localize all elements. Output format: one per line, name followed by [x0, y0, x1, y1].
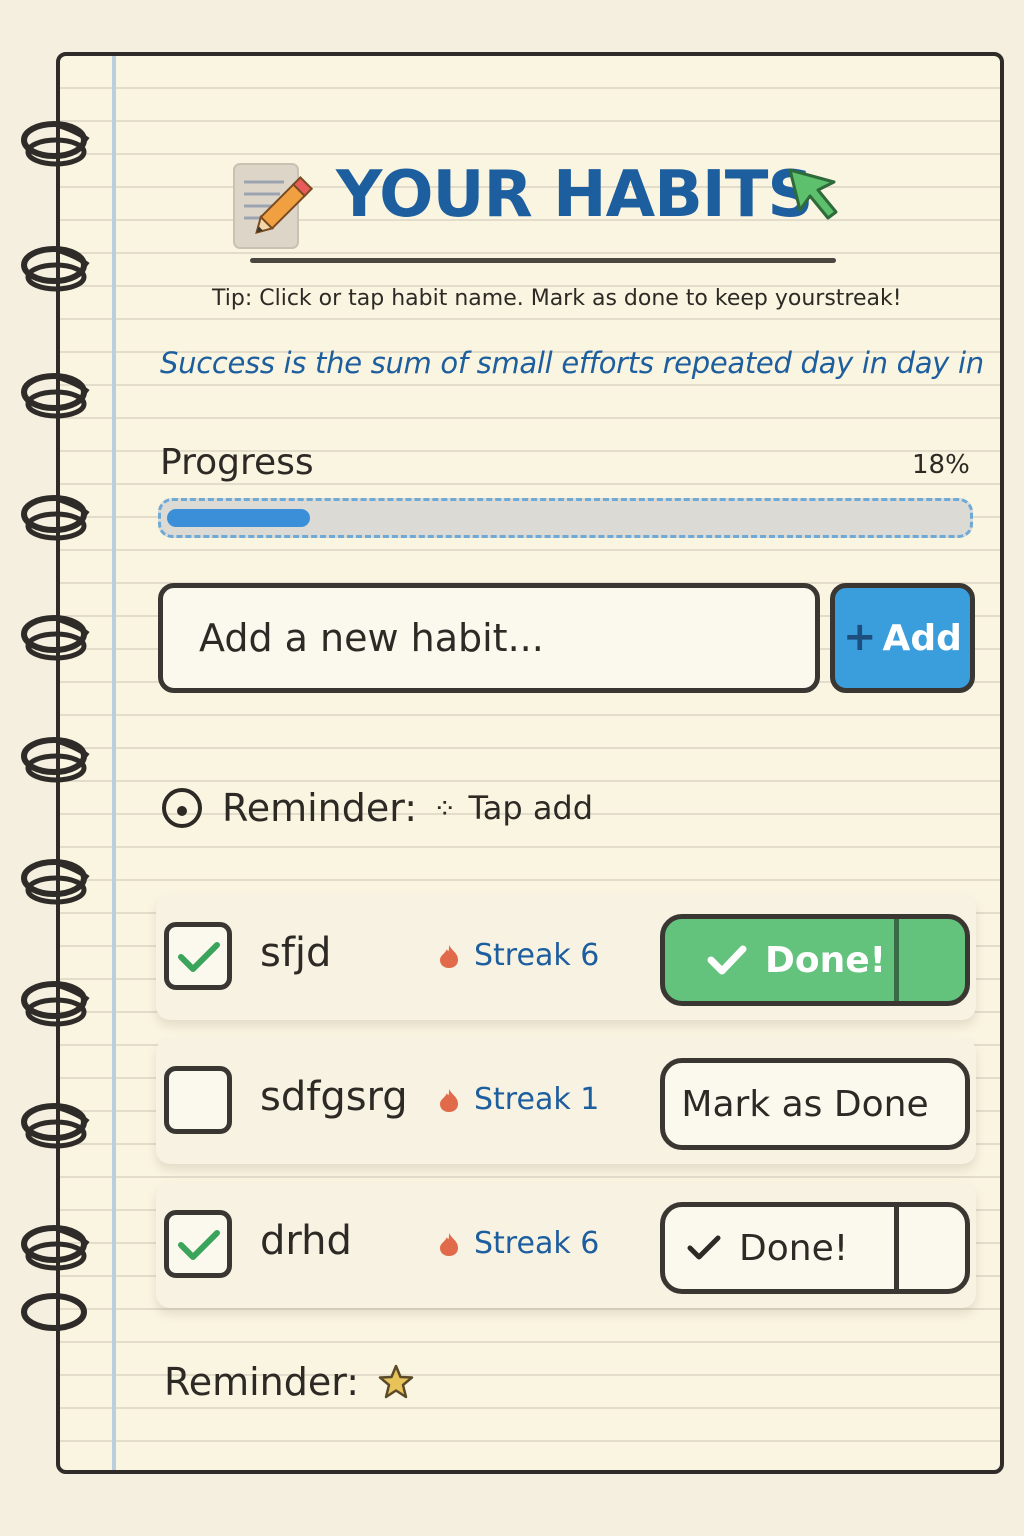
binding-ring: [21, 121, 90, 167]
progress-bar-fill: [167, 509, 310, 527]
checkmark-icon: [178, 942, 220, 972]
checkmark-icon: [687, 1235, 721, 1260]
done-button[interactable]: Done!: [660, 1202, 970, 1294]
habit-name[interactable]: sfjd: [260, 930, 331, 976]
binding-ring: [21, 615, 90, 661]
header: YOUR HABITS: [232, 158, 852, 260]
notepad-pencil-icon: [233, 163, 314, 249]
margin-line: [112, 56, 116, 1470]
fire-icon: [440, 1232, 458, 1256]
habit-checkbox[interactable]: [164, 1066, 232, 1134]
binding-ring: [21, 1103, 90, 1149]
done-button-label: Done!: [765, 939, 887, 981]
fire-icon: [440, 1088, 458, 1112]
habit-row: sdfgsrg Streak 1 Mark as Done: [156, 1038, 976, 1164]
star-icon: [378, 1364, 414, 1399]
binding-ring: [21, 1293, 87, 1331]
reminder-value: Tap add: [468, 789, 594, 827]
done-button-label: Done!: [739, 1227, 849, 1269]
habit-row: drhd Streak 6 Done!: [156, 1182, 976, 1308]
motivational-quote: Success is the sum of small efforts repe…: [160, 346, 984, 380]
habit-row: sfjd Streak 6 Done!: [156, 894, 976, 1020]
reminder-bottom: Reminder:: [164, 1360, 415, 1404]
page-title: YOUR HABITS: [336, 158, 813, 232]
streak-text: Streak 6: [474, 938, 600, 973]
streak-text: Streak 1: [474, 1082, 600, 1117]
progress-label: Progress: [160, 442, 314, 483]
plus-icon: +: [843, 614, 877, 660]
mark-as-done-button[interactable]: Mark as Done: [660, 1058, 970, 1150]
fire-icon: [440, 944, 458, 968]
binding-ring: [21, 981, 90, 1027]
streak-badge: Streak 1: [436, 1082, 599, 1117]
reminder-label: Reminder:: [164, 1360, 359, 1404]
button-divider: [894, 919, 899, 1001]
progress-percent: 18%: [912, 450, 970, 480]
habit-name[interactable]: drhd: [260, 1218, 352, 1264]
binding-ring: [21, 373, 90, 419]
mark-as-done-label: Mark as Done: [681, 1083, 929, 1125]
habit-name[interactable]: sdfgsrg: [260, 1074, 408, 1120]
reminder-label: Reminder:: [222, 786, 417, 830]
reminder-top: Reminder: ⁘ Tap add: [162, 786, 593, 830]
checkmark-icon: [707, 945, 747, 975]
streak-badge: Streak 6: [436, 1226, 599, 1261]
add-habit-button[interactable]: + Add: [830, 583, 975, 693]
streak-badge: Streak 6: [436, 938, 599, 973]
cursor-arrow-icon: [788, 168, 838, 220]
spiral-binding: [21, 121, 90, 1331]
button-divider: [894, 1207, 899, 1289]
clock-icon: [162, 788, 202, 828]
done-button[interactable]: Done!: [660, 914, 970, 1006]
progress-bar: [158, 498, 973, 538]
add-button-label: Add: [882, 617, 962, 659]
sparkle-icon: ⁘: [433, 791, 457, 825]
binding-ring: [21, 859, 90, 905]
binding-ring: [21, 1225, 90, 1271]
streak-text: Streak 6: [474, 1226, 600, 1261]
new-habit-input[interactable]: [158, 583, 820, 693]
habit-checkbox[interactable]: [164, 922, 232, 990]
habit-checkbox[interactable]: [164, 1210, 232, 1278]
tip-text: Tip: Click or tap habit name. Mark as do…: [212, 286, 902, 311]
binding-ring: [21, 737, 90, 783]
checkmark-icon: [178, 1230, 220, 1260]
binding-ring: [21, 246, 90, 292]
title-underline: [250, 258, 836, 263]
binding-ring: [21, 495, 90, 541]
